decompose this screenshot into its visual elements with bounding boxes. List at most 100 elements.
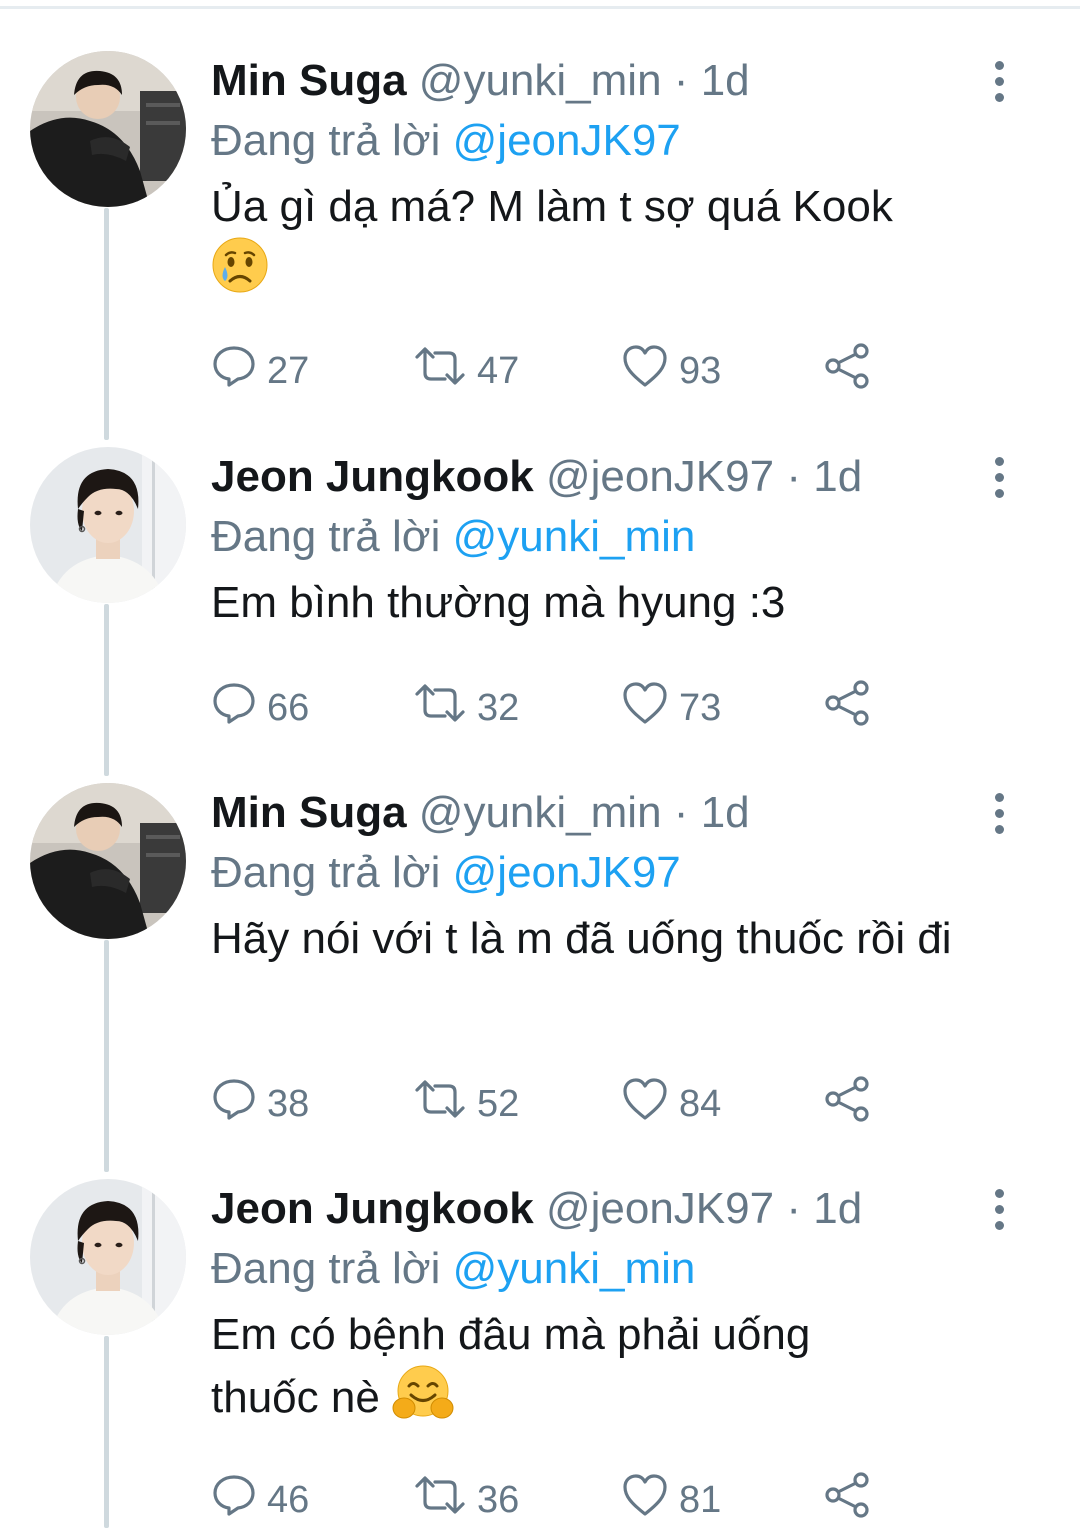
like-button[interactable]: 81 xyxy=(621,1472,721,1528)
reply-count: 46 xyxy=(267,1478,310,1521)
timestamp[interactable]: 1d xyxy=(701,56,750,105)
top-divider xyxy=(0,6,1080,9)
reply-count: 38 xyxy=(267,1082,310,1125)
thread-line xyxy=(104,604,109,776)
mention-link[interactable]: @jeonJK97 xyxy=(453,116,681,165)
thread-line xyxy=(104,208,109,440)
tweet-text: Em có bệnh đâu mà phải uống thuốc nè xyxy=(211,1305,911,1437)
display-name[interactable]: Min Suga xyxy=(211,56,407,105)
tweet-text: Ủa gì dạ má? M làm t sợ quá Kook xyxy=(211,177,1041,309)
retweet-button[interactable]: 32 xyxy=(413,680,519,736)
retweet-count: 47 xyxy=(477,349,520,392)
replying-to: Đang trả lời @yunki_min xyxy=(211,507,1041,567)
heart-icon xyxy=(621,343,669,399)
tweet-actions: 27 47 93 xyxy=(211,343,911,399)
tweet-text-content: Hãy nói với t là m đã uống thuốc rồi đi xyxy=(211,914,952,963)
replying-to-label: Đang trả lời xyxy=(211,848,441,897)
retweet-button[interactable]: 36 xyxy=(413,1472,519,1528)
like-count: 73 xyxy=(679,686,722,729)
tweet-text: Em bình thường mà hyung :3 xyxy=(211,573,1041,632)
mention-link[interactable]: @yunki_min xyxy=(453,512,696,561)
display-name[interactable]: Jeon Jungkook xyxy=(211,452,534,501)
share-icon xyxy=(823,342,873,400)
tweet-actions: 46 36 81 xyxy=(211,1472,911,1528)
more-options-icon[interactable] xyxy=(985,783,1013,843)
reply-count: 27 xyxy=(267,349,310,392)
avatar[interactable] xyxy=(30,51,186,207)
retweet-icon xyxy=(413,343,467,399)
thread-line xyxy=(104,940,109,1172)
like-count: 93 xyxy=(679,349,722,392)
share-icon xyxy=(823,1075,873,1133)
reply-count: 66 xyxy=(267,686,310,729)
avatar[interactable] xyxy=(30,447,186,603)
share-button[interactable] xyxy=(823,1472,873,1528)
more-options-icon[interactable] xyxy=(985,447,1013,507)
reply-button[interactable]: 27 xyxy=(211,343,309,399)
avatar[interactable] xyxy=(30,783,186,939)
retweet-icon xyxy=(413,680,467,736)
more-options-icon[interactable] xyxy=(985,1179,1013,1239)
reply-button[interactable]: 38 xyxy=(211,1076,309,1132)
thread-line xyxy=(104,1336,109,1528)
replying-to: Đang trả lời @jeonJK97 xyxy=(211,843,1041,903)
reply-button[interactable]: 66 xyxy=(211,680,309,736)
tweet-header: Jeon Jungkook @jeonJK97 · 1d xyxy=(211,1179,1041,1239)
separator-dot: · xyxy=(673,56,689,105)
reply-icon xyxy=(211,1076,257,1132)
heart-icon xyxy=(621,680,669,736)
share-button[interactable] xyxy=(823,343,873,399)
separator-dot: · xyxy=(786,1184,801,1233)
user-handle[interactable]: @yunki_min xyxy=(419,56,662,105)
separator-dot: · xyxy=(786,452,801,501)
mention-link[interactable]: @jeonJK97 xyxy=(453,848,681,897)
reply-icon xyxy=(211,680,257,736)
avatar[interactable] xyxy=(30,1179,186,1335)
reply-icon xyxy=(211,343,257,399)
display-name[interactable]: Min Suga xyxy=(211,788,407,837)
user-handle[interactable]: @yunki_min xyxy=(419,788,662,837)
display-name[interactable]: Jeon Jungkook xyxy=(211,1184,534,1233)
like-count: 84 xyxy=(679,1082,722,1125)
tweet-actions: 66 32 73 xyxy=(211,680,911,736)
tweet-text-content: Em có bệnh đâu mà phải uống thuốc nè xyxy=(211,1310,811,1423)
retweet-button[interactable]: 52 xyxy=(413,1076,519,1132)
crying-face-emoji-icon xyxy=(211,236,269,309)
like-count: 81 xyxy=(679,1478,722,1521)
replying-to-label: Đang trả lời xyxy=(211,1244,441,1293)
replying-to: Đang trả lời @yunki_min xyxy=(211,1239,1041,1299)
share-button[interactable] xyxy=(823,1076,873,1132)
share-button[interactable] xyxy=(823,680,873,736)
tweet-header: Jeon Jungkook @jeonJK97 · 1d xyxy=(211,447,1041,507)
replying-to-label: Đang trả lời xyxy=(211,116,441,165)
timestamp[interactable]: 1d xyxy=(701,788,750,837)
like-button[interactable]: 84 xyxy=(621,1076,721,1132)
retweet-count: 52 xyxy=(477,1082,520,1125)
tweet-text-content: Ủa gì dạ má? M làm t sợ quá Kook xyxy=(211,182,893,231)
more-options-icon[interactable] xyxy=(985,51,1013,111)
replying-to: Đang trả lời @jeonJK97 xyxy=(211,111,1041,171)
user-handle[interactable]: @jeonJK97 xyxy=(546,452,774,501)
share-icon xyxy=(823,679,873,737)
heart-icon xyxy=(621,1472,669,1528)
tweet-text-content: Em bình thường mà hyung :3 xyxy=(211,578,786,627)
heart-icon xyxy=(621,1076,669,1132)
retweet-icon xyxy=(413,1472,467,1528)
like-button[interactable]: 93 xyxy=(621,343,721,399)
tweet-header: Min Suga @yunki_min · 1d xyxy=(211,51,1041,111)
retweet-count: 36 xyxy=(477,1478,520,1521)
timestamp[interactable]: 1d xyxy=(813,452,862,501)
reply-button[interactable]: 46 xyxy=(211,1472,309,1528)
hugging-face-emoji-icon xyxy=(392,1364,454,1437)
user-handle[interactable]: @jeonJK97 xyxy=(546,1184,774,1233)
share-icon xyxy=(823,1471,873,1528)
retweet-count: 32 xyxy=(477,686,520,729)
tweet-header: Min Suga @yunki_min · 1d xyxy=(211,783,1041,843)
retweet-button[interactable]: 47 xyxy=(413,343,519,399)
like-button[interactable]: 73 xyxy=(621,680,721,736)
timestamp[interactable]: 1d xyxy=(813,1184,862,1233)
reply-icon xyxy=(211,1472,257,1528)
tweet-actions: 38 52 84 xyxy=(211,1076,911,1132)
replying-to-label: Đang trả lời xyxy=(211,512,441,561)
mention-link[interactable]: @yunki_min xyxy=(453,1244,696,1293)
